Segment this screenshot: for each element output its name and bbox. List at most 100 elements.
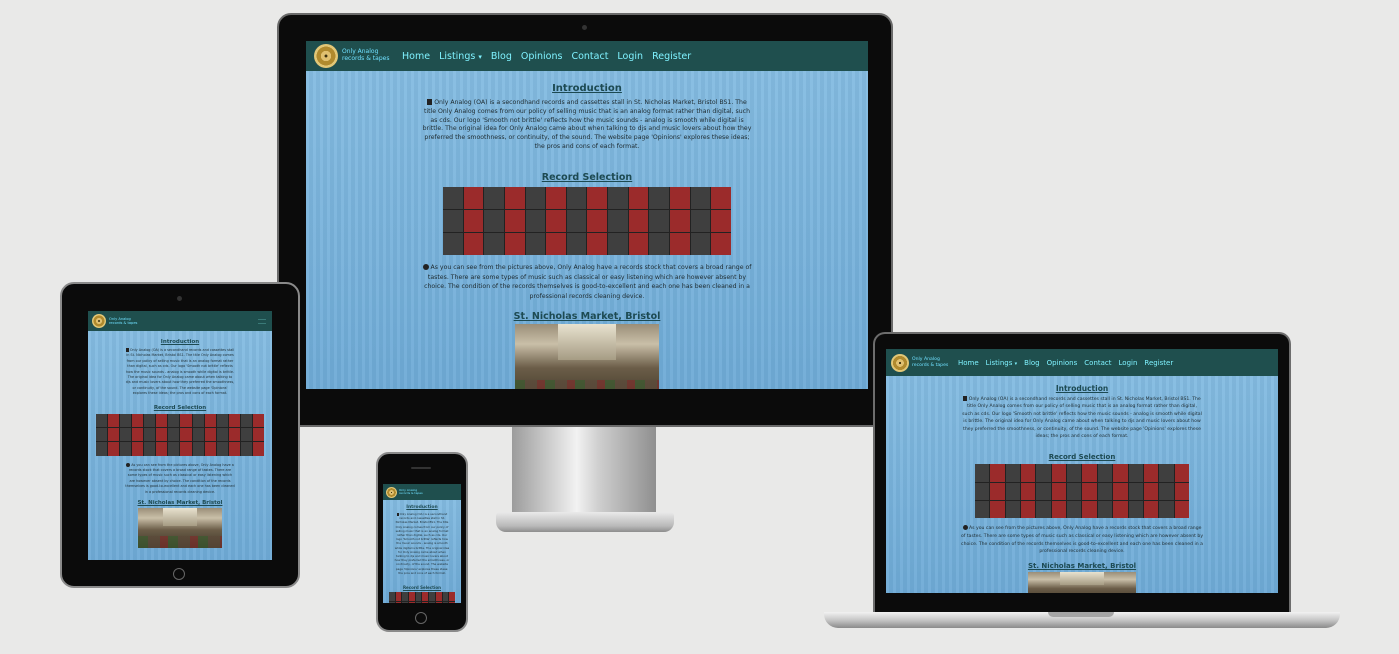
laptop-nav-listings[interactable]: Listings ▾ <box>986 359 1017 367</box>
record-sleeve-image <box>1143 464 1159 482</box>
record-sleeve-image <box>587 209 608 232</box>
record-sleeve-image <box>252 413 264 427</box>
record-sleeve-image <box>711 186 731 209</box>
records-text: As you can see from the pictures above, … <box>424 263 752 301</box>
record-sleeve-image <box>156 427 168 442</box>
record-sleeve-image <box>415 601 422 603</box>
nav-contact[interactable]: Contact <box>571 51 608 62</box>
record-sleeve-image <box>443 232 463 255</box>
record-sleeve-image <box>216 427 228 442</box>
laptop-nav-opinions[interactable]: Opinions <box>1047 359 1078 367</box>
record-sleeve-image <box>608 186 628 209</box>
record-sleeve-image <box>546 232 566 255</box>
record-sleeve-image <box>144 427 156 442</box>
laptop-records-heading: Record Selection <box>1048 453 1116 462</box>
document-icon <box>427 99 433 105</box>
record-sleeve-image <box>252 442 264 456</box>
record-sleeve-image <box>96 413 108 427</box>
record-sleeve-image <box>422 592 429 601</box>
record-sleeve-image <box>228 442 240 456</box>
record-sleeve-image <box>628 186 649 209</box>
laptop-nav-register[interactable]: Register <box>1144 359 1173 367</box>
tablet-intro-heading: Introduction <box>160 339 200 345</box>
record-sleeve-image <box>240 442 252 456</box>
record-sleeve-image <box>1005 464 1021 482</box>
record-sleeve-image <box>1067 501 1082 519</box>
record-sleeve-image <box>1021 464 1036 482</box>
record-sleeve-image <box>711 209 731 232</box>
logo-icon[interactable] <box>314 44 338 68</box>
record-sleeve-image <box>132 427 144 442</box>
record-sleeve-image <box>395 592 402 601</box>
record-sleeve-image <box>1082 482 1097 501</box>
record-sleeve-image <box>443 186 463 209</box>
record-sleeve-image <box>409 601 415 603</box>
tablet-logo-line2: records & tapes <box>109 321 138 325</box>
record-sleeve-image <box>204 442 216 456</box>
record-sleeve-image <box>690 186 711 209</box>
laptop-nav-contact[interactable]: Contact <box>1084 359 1111 367</box>
record-sleeve-image <box>120 442 132 456</box>
nav-home[interactable]: Home <box>402 51 430 62</box>
nav-blog[interactable]: Blog <box>491 51 512 62</box>
record-sleeve-image <box>1174 501 1189 519</box>
record-sleeve-image <box>228 413 240 427</box>
tablet-logo-text[interactable]: Only Analog records & tapes <box>109 317 137 325</box>
laptop-nav-home[interactable]: Home <box>958 359 979 367</box>
record-sleeve-image <box>449 592 455 601</box>
record-sleeve-image <box>1097 464 1113 482</box>
phone-intro-text: Only Analog (OA) is a secondhand records… <box>394 512 450 575</box>
nav-opinions[interactable]: Opinions <box>521 51 563 62</box>
record-sleeve-image <box>415 592 422 601</box>
nav-login[interactable]: Login <box>617 51 643 62</box>
laptop-logo-text[interactable]: Only Analog records & tapes <box>912 357 950 368</box>
record-sleeve-image <box>1021 482 1036 501</box>
laptop-screen: Only Analog records & tapes Home Listing… <box>886 349 1278 593</box>
phone-logo-text[interactable]: Only Analog records & tapes <box>399 488 423 496</box>
record-sleeve-image <box>1005 482 1021 501</box>
record-sleeve-image <box>990 482 1005 501</box>
laptop-nav-login[interactable]: Login <box>1119 359 1138 367</box>
record-sleeve-image <box>628 232 649 255</box>
tablet-content: Introduction Only Analog (OA) is a secon… <box>88 339 272 549</box>
hamburger-menu-icon[interactable] <box>258 318 266 324</box>
record-sleeve-image <box>566 232 587 255</box>
record-sleeve-image <box>670 209 690 232</box>
record-sleeve-image <box>525 232 546 255</box>
laptop-logo-icon[interactable] <box>891 353 909 372</box>
record-sleeve-image <box>449 601 455 603</box>
phone-logo-icon[interactable] <box>386 486 397 498</box>
intro-heading: Introduction <box>552 83 622 94</box>
record-sleeve-image <box>525 186 546 209</box>
laptop-document-icon <box>963 396 968 401</box>
laptop-nav-blog[interactable]: Blog <box>1024 359 1039 367</box>
nav-register[interactable]: Register <box>652 51 691 62</box>
record-sleeve-image <box>690 209 711 232</box>
records-heading: Record Selection <box>541 171 633 183</box>
record-sleeve-image <box>156 413 168 427</box>
record-sleeve-image <box>240 413 252 427</box>
nav-listings[interactable]: Listings ▾ <box>439 51 482 62</box>
record-sleeve-image <box>711 232 731 255</box>
info-circle-icon <box>422 263 429 270</box>
monitor-stand <box>512 427 656 519</box>
record-sleeve-image <box>389 592 395 601</box>
record-sleeve-image <box>216 442 228 456</box>
record-sleeve-image <box>228 427 240 442</box>
record-sleeve-image <box>108 413 120 427</box>
record-sleeve-image <box>144 413 156 427</box>
tablet-logo-icon[interactable] <box>92 314 106 328</box>
record-sleeve-image <box>484 232 504 255</box>
monitor-camera <box>582 25 587 30</box>
market-photo <box>515 323 659 389</box>
phone-intro-heading: Introduction <box>406 505 438 510</box>
record-sleeve-image <box>587 186 608 209</box>
record-sleeve-image <box>608 209 628 232</box>
record-sleeve-image <box>132 413 144 427</box>
logo-text[interactable]: Only Analog records & tapes <box>342 48 394 63</box>
record-sleeve-image <box>192 427 204 442</box>
phone-logo-line2: records & tapes <box>399 491 423 495</box>
laptop-logo-line2: records & tapes <box>912 362 949 368</box>
record-sleeve-image <box>463 232 484 255</box>
record-sleeve-image <box>990 501 1005 519</box>
